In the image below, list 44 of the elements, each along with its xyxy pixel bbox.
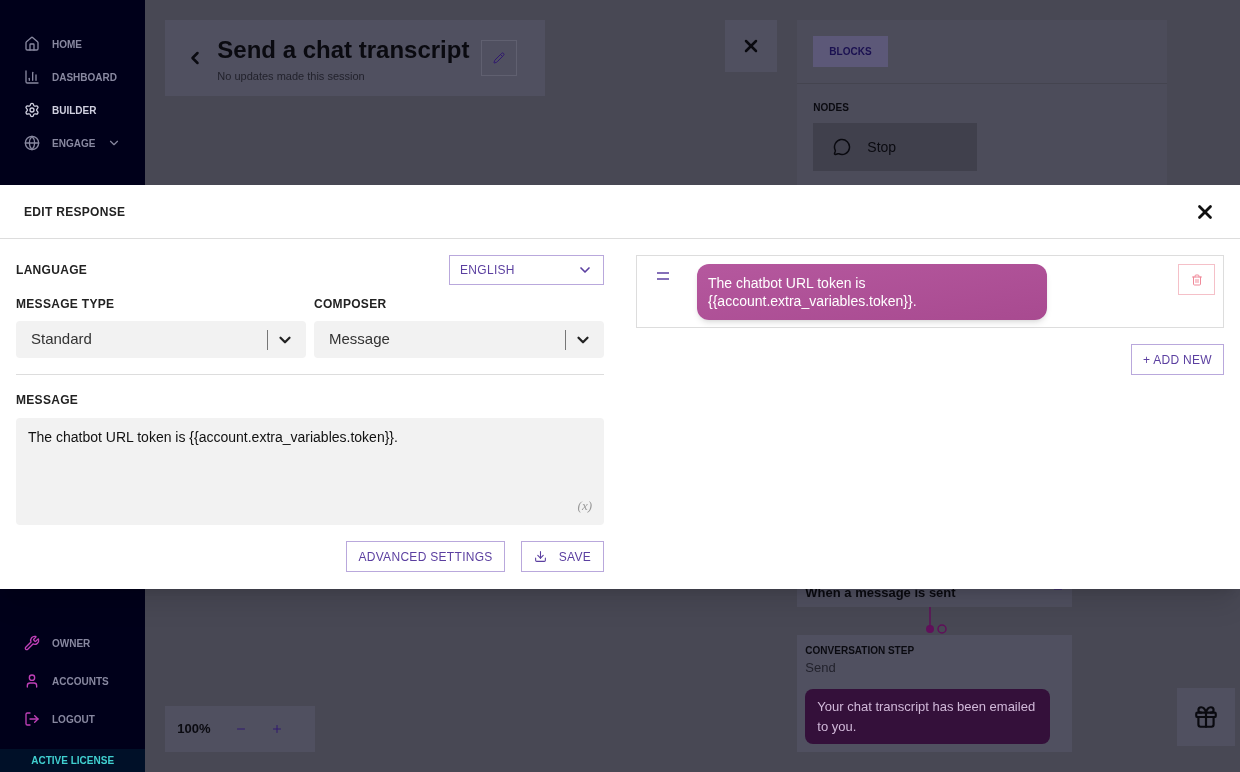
delete-button[interactable]	[1178, 264, 1215, 295]
message-bubble: The chatbot URL token is {{account.extra_variables.token}}.	[697, 264, 1047, 320]
field-label: COMPOSER	[314, 296, 388, 313]
trash-icon	[1190, 273, 1203, 286]
gear-icon	[24, 102, 40, 118]
step-label: CONVERSATION STEP	[805, 643, 916, 658]
field-label: MESSAGE	[16, 392, 80, 409]
plus-icon[interactable]	[270, 723, 283, 735]
composer-select[interactable]: Message	[314, 321, 604, 358]
sidebar-item[interactable]: LOGOUT	[0, 711, 146, 727]
wrench-icon	[24, 635, 40, 651]
sidebar-item[interactable]: OWNER	[0, 635, 146, 651]
bar-chart-icon	[24, 69, 40, 85]
language-select[interactable]: ENGLISH	[449, 255, 604, 285]
section-label: NODES	[813, 101, 850, 115]
save-icon	[533, 550, 547, 563]
gift-icon	[1193, 704, 1220, 730]
drag-handle-icon[interactable]	[657, 272, 669, 280]
advanced-settings-button[interactable]: ADVANCED SETTINGS	[346, 541, 505, 572]
globe-icon	[24, 135, 40, 151]
zoom-level: 100%	[177, 720, 211, 739]
user-icon	[24, 673, 40, 689]
save-button[interactable]: SAVE	[520, 541, 604, 572]
message-type-select[interactable]: Standard	[16, 321, 306, 358]
edit-button[interactable]	[481, 40, 518, 76]
home-icon	[24, 36, 40, 52]
sidebar-item[interactable]: HOME	[24, 36, 122, 52]
logout-icon	[24, 711, 40, 727]
modal-title: EDIT RESPONSE	[24, 203, 126, 221]
page-title: Send a chat transcript	[217, 34, 470, 65]
field-label: MESSAGE TYPE	[16, 296, 116, 313]
chat-bubble-icon	[833, 138, 852, 156]
sidebar-item[interactable]: ENGAGE	[24, 135, 122, 151]
gift-button[interactable]	[1177, 688, 1236, 746]
add-new-button[interactable]: + ADD NEW	[1130, 344, 1224, 375]
sidebar-item[interactable]: BUILDER	[24, 102, 122, 118]
close-button[interactable]	[725, 20, 778, 72]
field-label: LANGUAGE	[16, 262, 88, 279]
sidebar-item[interactable]: DASHBOARD	[24, 69, 122, 85]
license-banner: ACTIVE LICENSE	[0, 749, 146, 772]
message-input[interactable]: The chatbot URL token is {{account.extra_variables.token}}. (x)	[16, 418, 604, 525]
pencil-icon	[493, 52, 506, 64]
message-bubble: Your chat transcript has been emailed to you.	[805, 689, 1051, 744]
sidebar-item[interactable]: ACCOUNTS	[0, 673, 146, 689]
